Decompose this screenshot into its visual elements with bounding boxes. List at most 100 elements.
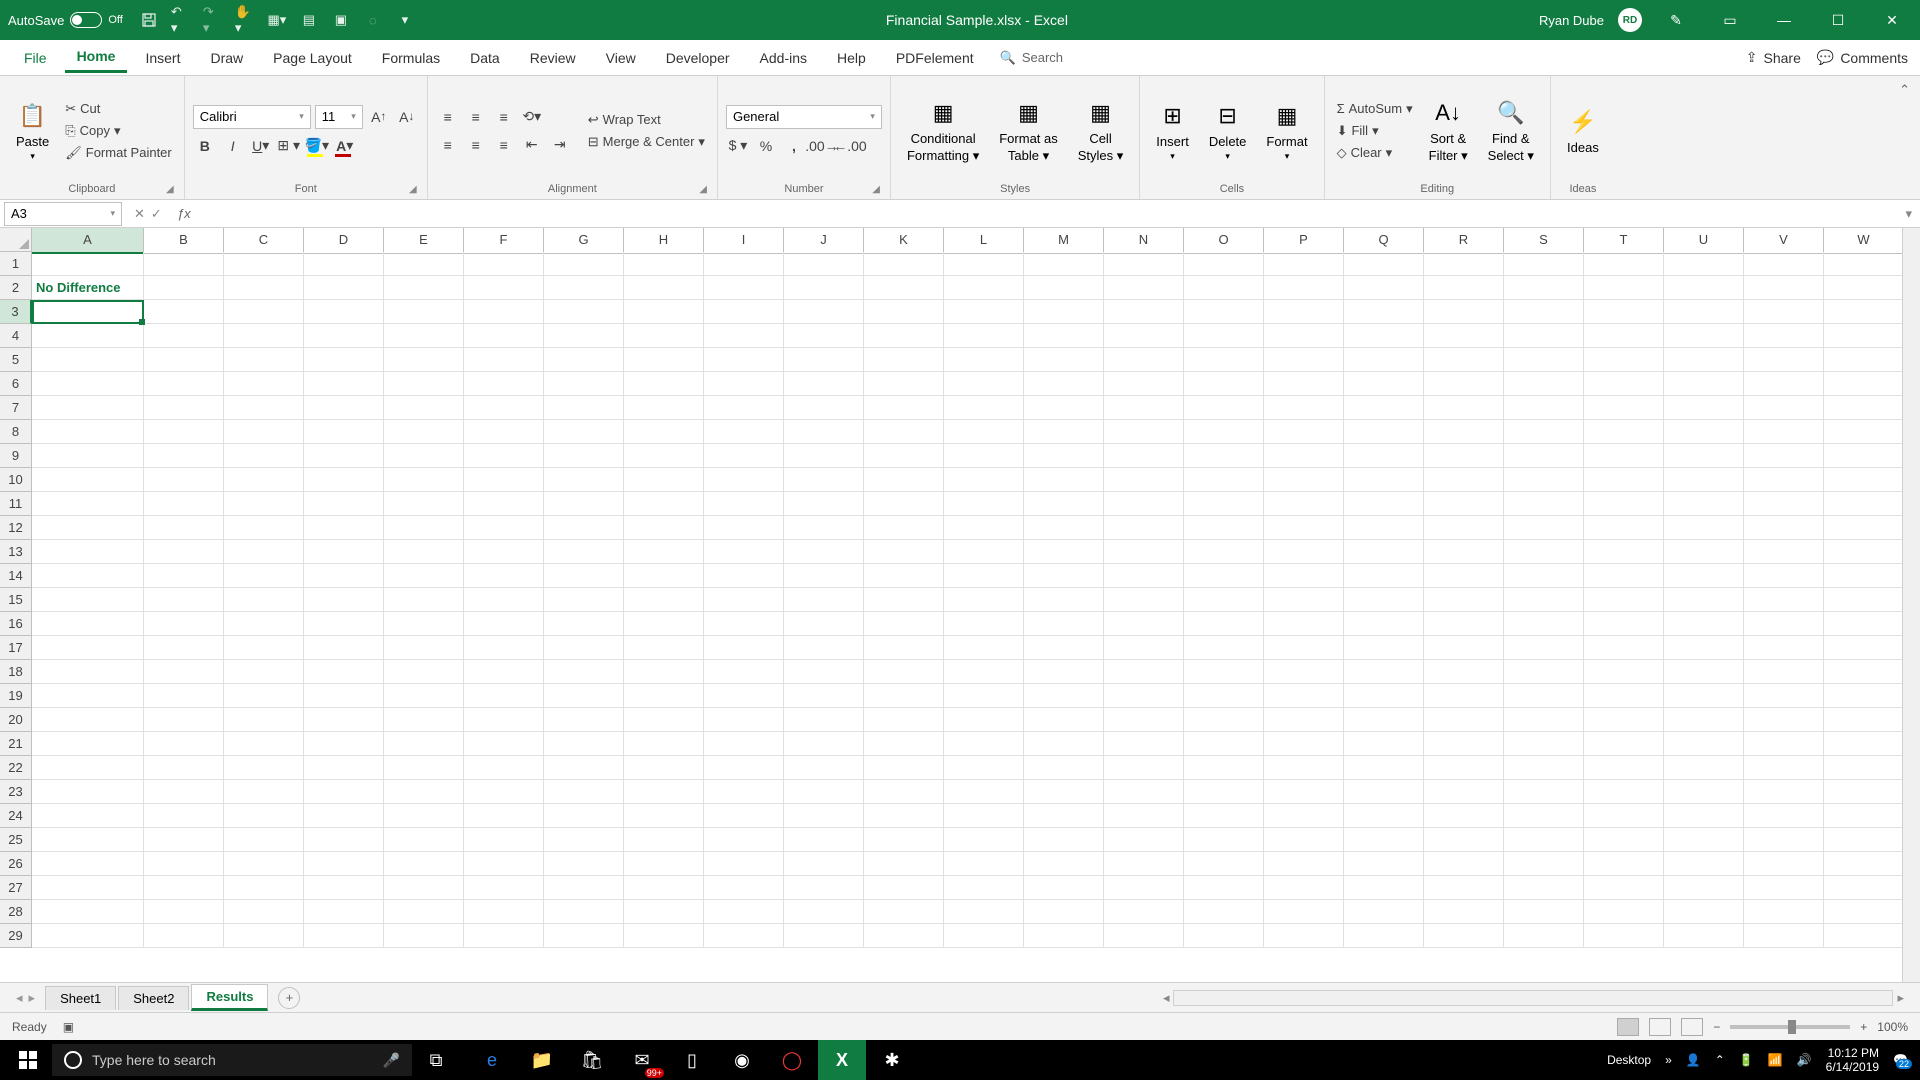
tell-me-search[interactable]: 🔍 Search bbox=[1000, 50, 1063, 66]
row-header-15[interactable]: 15 bbox=[0, 588, 32, 612]
align-center-icon[interactable]: ≡ bbox=[464, 134, 488, 156]
name-box[interactable]: A3▾ bbox=[4, 202, 122, 226]
cell-D23[interactable] bbox=[304, 780, 384, 804]
cell-G2[interactable] bbox=[544, 276, 624, 300]
cell-R9[interactable] bbox=[1424, 444, 1504, 468]
cell-B23[interactable] bbox=[144, 780, 224, 804]
cell-T28[interactable] bbox=[1584, 900, 1664, 924]
cell-B2[interactable] bbox=[144, 276, 224, 300]
share-button[interactable]: ⇪ Share bbox=[1746, 49, 1801, 66]
cell-R13[interactable] bbox=[1424, 540, 1504, 564]
cell-E18[interactable] bbox=[384, 660, 464, 684]
cell-B28[interactable] bbox=[144, 900, 224, 924]
select-all-corner[interactable] bbox=[0, 228, 32, 252]
cell-P21[interactable] bbox=[1264, 732, 1344, 756]
cell-B21[interactable] bbox=[144, 732, 224, 756]
cell-A6[interactable] bbox=[32, 372, 144, 396]
cell-O18[interactable] bbox=[1184, 660, 1264, 684]
cell-F19[interactable] bbox=[464, 684, 544, 708]
cell-C18[interactable] bbox=[224, 660, 304, 684]
cell-N3[interactable] bbox=[1104, 300, 1184, 324]
cell-V29[interactable] bbox=[1744, 924, 1824, 948]
cell-H20[interactable] bbox=[624, 708, 704, 732]
cell-A14[interactable] bbox=[32, 564, 144, 588]
fx-icon[interactable]: ƒx bbox=[170, 206, 198, 221]
cell-A3[interactable] bbox=[32, 300, 144, 324]
cell-I8[interactable] bbox=[704, 420, 784, 444]
cell-L7[interactable] bbox=[944, 396, 1024, 420]
cell-K24[interactable] bbox=[864, 804, 944, 828]
cell-I22[interactable] bbox=[704, 756, 784, 780]
cell-W6[interactable] bbox=[1824, 372, 1902, 396]
cell-C6[interactable] bbox=[224, 372, 304, 396]
cell-H13[interactable] bbox=[624, 540, 704, 564]
cell-T16[interactable] bbox=[1584, 612, 1664, 636]
cell-I6[interactable] bbox=[704, 372, 784, 396]
cell-L21[interactable] bbox=[944, 732, 1024, 756]
row-header-17[interactable]: 17 bbox=[0, 636, 32, 660]
row-header-24[interactable]: 24 bbox=[0, 804, 32, 828]
cell-F28[interactable] bbox=[464, 900, 544, 924]
cell-B3[interactable] bbox=[144, 300, 224, 324]
tab-data[interactable]: Data bbox=[458, 44, 512, 72]
cell-D16[interactable] bbox=[304, 612, 384, 636]
cell-A10[interactable] bbox=[32, 468, 144, 492]
cell-K23[interactable] bbox=[864, 780, 944, 804]
col-header-A[interactable]: A bbox=[32, 228, 144, 254]
cell-W14[interactable] bbox=[1824, 564, 1902, 588]
cell-Q14[interactable] bbox=[1344, 564, 1424, 588]
cell-P29[interactable] bbox=[1264, 924, 1344, 948]
cell-V23[interactable] bbox=[1744, 780, 1824, 804]
cell-F11[interactable] bbox=[464, 492, 544, 516]
col-header-D[interactable]: D bbox=[304, 228, 384, 254]
cell-V19[interactable] bbox=[1744, 684, 1824, 708]
cell-G5[interactable] bbox=[544, 348, 624, 372]
accounting-button[interactable]: $ ▾ bbox=[726, 135, 750, 157]
cell-O26[interactable] bbox=[1184, 852, 1264, 876]
desktop-label[interactable]: Desktop bbox=[1607, 1053, 1651, 1067]
paste-button[interactable]: 📋 Paste ▾ bbox=[8, 96, 57, 166]
cell-V26[interactable] bbox=[1744, 852, 1824, 876]
cell-U16[interactable] bbox=[1664, 612, 1744, 636]
increase-indent-icon[interactable]: ⇥ bbox=[548, 134, 572, 156]
cell-E27[interactable] bbox=[384, 876, 464, 900]
cell-N22[interactable] bbox=[1104, 756, 1184, 780]
overflow-icon[interactable]: » bbox=[1665, 1053, 1672, 1067]
cell-K27[interactable] bbox=[864, 876, 944, 900]
cell-H10[interactable] bbox=[624, 468, 704, 492]
col-header-C[interactable]: C bbox=[224, 228, 304, 254]
cell-C9[interactable] bbox=[224, 444, 304, 468]
col-header-O[interactable]: O bbox=[1184, 228, 1264, 254]
cell-J25[interactable] bbox=[784, 828, 864, 852]
cell-H12[interactable] bbox=[624, 516, 704, 540]
row-header-6[interactable]: 6 bbox=[0, 372, 32, 396]
cell-N11[interactable] bbox=[1104, 492, 1184, 516]
cell-I2[interactable] bbox=[704, 276, 784, 300]
cell-M14[interactable] bbox=[1024, 564, 1104, 588]
row-header-11[interactable]: 11 bbox=[0, 492, 32, 516]
page-layout-view-button[interactable] bbox=[1649, 1018, 1671, 1036]
undo-icon[interactable]: ↶ ▾ bbox=[171, 10, 191, 30]
cell-J7[interactable] bbox=[784, 396, 864, 420]
vertical-scrollbar[interactable] bbox=[1902, 228, 1920, 982]
cell-G16[interactable] bbox=[544, 612, 624, 636]
cell-S18[interactable] bbox=[1504, 660, 1584, 684]
cell-R16[interactable] bbox=[1424, 612, 1504, 636]
cell-O9[interactable] bbox=[1184, 444, 1264, 468]
row-headers[interactable]: 1234567891011121314151617181920212223242… bbox=[0, 252, 32, 948]
collapse-ribbon-icon[interactable]: ⌃ bbox=[1889, 76, 1920, 199]
row-header-13[interactable]: 13 bbox=[0, 540, 32, 564]
cell-R4[interactable] bbox=[1424, 324, 1504, 348]
cell-L5[interactable] bbox=[944, 348, 1024, 372]
cell-H16[interactable] bbox=[624, 612, 704, 636]
cell-F20[interactable] bbox=[464, 708, 544, 732]
cell-J10[interactable] bbox=[784, 468, 864, 492]
cell-C7[interactable] bbox=[224, 396, 304, 420]
cell-I25[interactable] bbox=[704, 828, 784, 852]
cell-Q11[interactable] bbox=[1344, 492, 1424, 516]
cell-W23[interactable] bbox=[1824, 780, 1902, 804]
cell-G6[interactable] bbox=[544, 372, 624, 396]
cell-O6[interactable] bbox=[1184, 372, 1264, 396]
cell-N7[interactable] bbox=[1104, 396, 1184, 420]
minimize-button[interactable]: — bbox=[1764, 6, 1804, 34]
